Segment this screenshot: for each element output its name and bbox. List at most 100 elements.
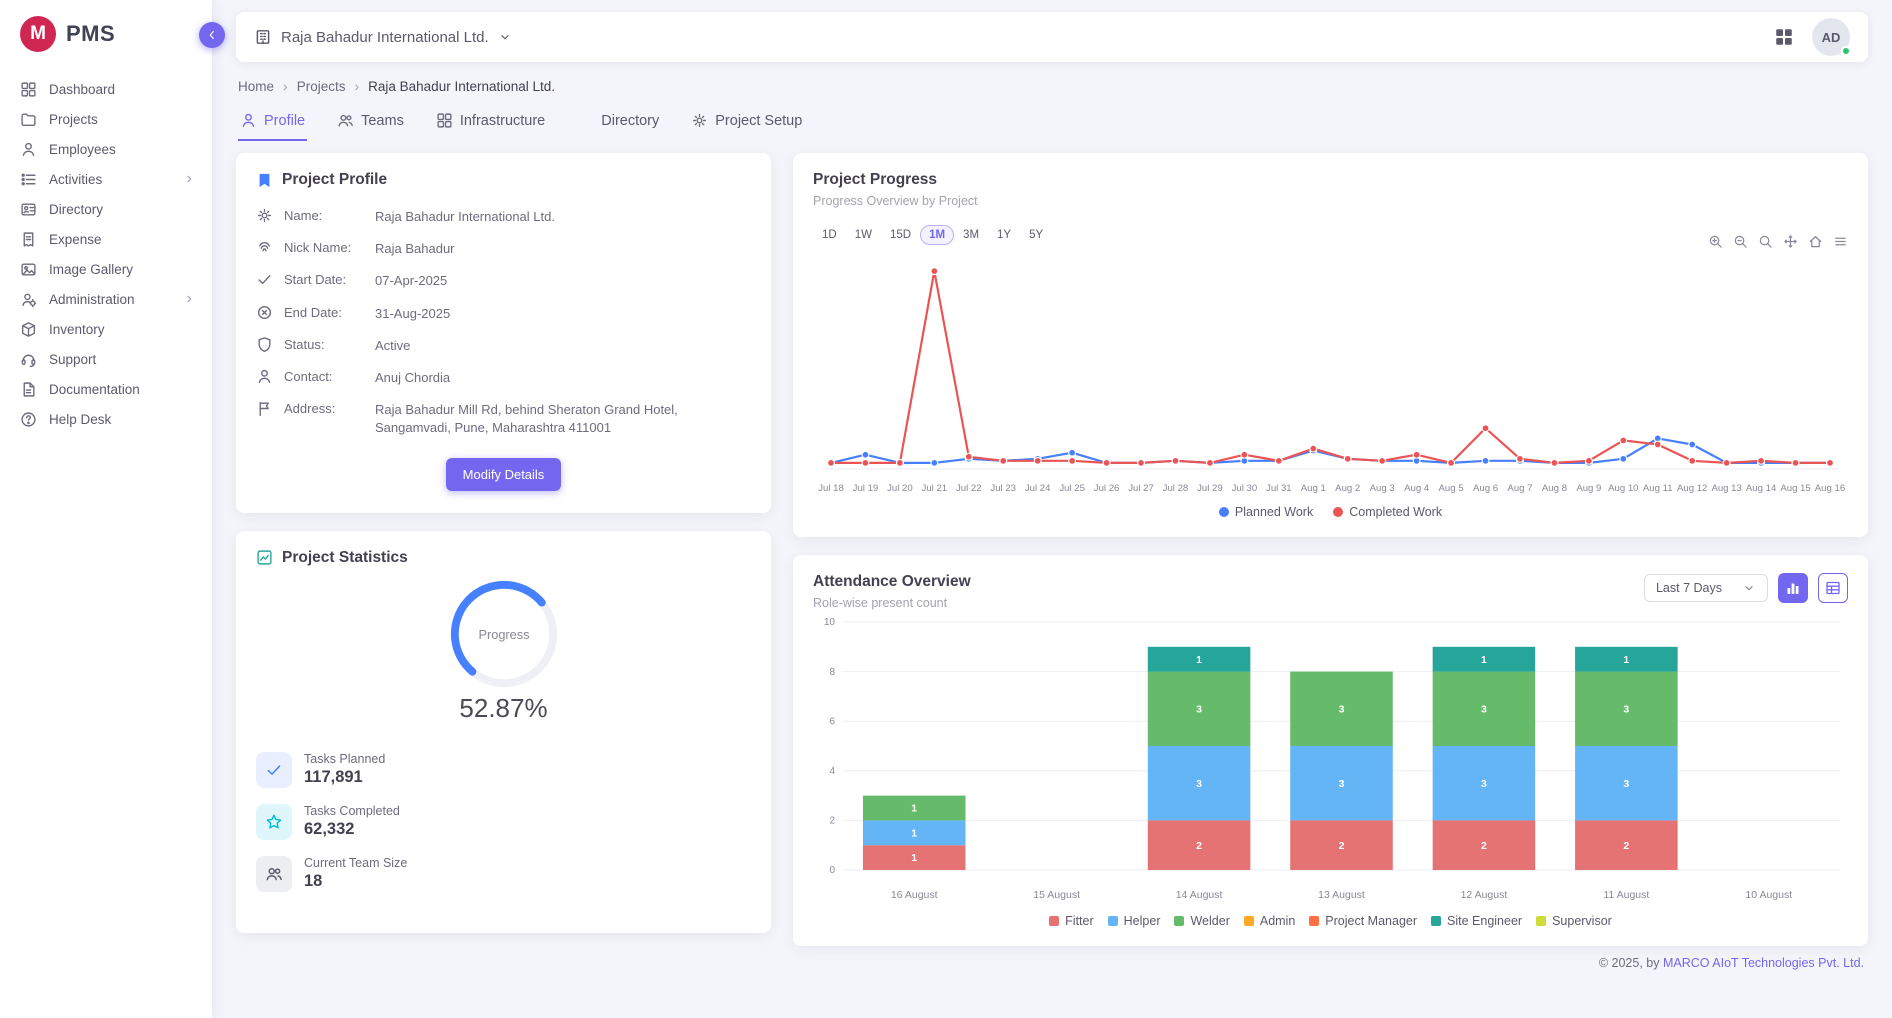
tab-label: Profile	[264, 113, 305, 129]
user-avatar[interactable]: AD	[1812, 18, 1850, 56]
sidebar-item-dashboard[interactable]: Dashboard	[0, 74, 212, 104]
sidebar-item-administration[interactable]: Administration ›	[0, 284, 212, 314]
svg-text:2: 2	[1623, 840, 1629, 852]
stat-value: 62,332	[304, 820, 400, 839]
breadcrumb-item-current[interactable]: Raja Bahadur International Ltd.	[368, 79, 555, 94]
range-button-1m[interactable]: 1M	[920, 225, 954, 245]
svg-text:Jul 25: Jul 25	[1059, 483, 1085, 494]
svg-text:4: 4	[829, 766, 835, 777]
field-icon	[256, 207, 273, 224]
sidebar-item-support[interactable]: Support	[0, 344, 212, 374]
svg-text:10: 10	[824, 617, 836, 628]
legend-item-welder[interactable]: Welder	[1174, 914, 1229, 928]
modify-details-button[interactable]: Modify Details	[446, 458, 562, 491]
range-button-1d[interactable]: 1D	[813, 225, 846, 245]
legend-swatch	[1108, 916, 1118, 926]
attendance-bar-chart[interactable]: 024681011116 August15 August233114 Augus…	[813, 612, 1848, 910]
range-button-3m[interactable]: 3M	[954, 225, 988, 245]
sidebar-item-inventory[interactable]: Inventory	[0, 314, 212, 344]
range-button-1y[interactable]: 1Y	[988, 225, 1020, 245]
svg-text:16 August: 16 August	[891, 889, 938, 901]
tab-infrastructure[interactable]: Infrastructure	[434, 106, 547, 141]
progress-gauge: Progress	[445, 575, 563, 693]
breadcrumb-item-home[interactable]: Home ›	[238, 78, 288, 94]
chart-tool-icon-zoom-in[interactable]	[1708, 234, 1723, 249]
svg-text:Jul 19: Jul 19	[853, 483, 879, 494]
range-button-1w[interactable]: 1W	[846, 225, 881, 245]
svg-text:11 August: 11 August	[1603, 889, 1649, 901]
svg-text:Jul 30: Jul 30	[1232, 483, 1258, 494]
sidebar-item-label: Inventory	[49, 322, 105, 337]
svg-text:Aug 2: Aug 2	[1335, 483, 1360, 494]
chart-tool-icon-selection-zoom[interactable]	[1758, 234, 1773, 249]
svg-text:Jul 26: Jul 26	[1094, 483, 1120, 494]
legend-item-planned-work[interactable]: Planned Work	[1219, 505, 1313, 519]
sidebar-item-employees[interactable]: Employees	[0, 134, 212, 164]
legend-label: Helper	[1124, 914, 1161, 928]
sidebar-collapse-button[interactable]	[199, 22, 225, 48]
chart-tool-icon-home[interactable]	[1808, 234, 1823, 249]
view-toggle-chart[interactable]	[1778, 573, 1808, 603]
legend-label: Planned Work	[1235, 505, 1313, 519]
breadcrumb-label: Raja Bahadur International Ltd.	[368, 79, 555, 94]
main-content: Raja Bahadur International Ltd. AD Home …	[212, 12, 1892, 970]
app-logo[interactable]: M PMS	[0, 0, 212, 66]
svg-text:1: 1	[911, 803, 917, 815]
legend-swatch	[1309, 916, 1319, 926]
svg-text:Jul 23: Jul 23	[990, 483, 1016, 494]
chevron-down-icon	[498, 30, 512, 44]
sidebar-item-projects[interactable]: Projects	[0, 104, 212, 134]
sidebar-item-directory[interactable]: Directory	[0, 194, 212, 224]
legend-item-fitter[interactable]: Fitter	[1049, 914, 1093, 928]
tab-teams[interactable]: Teams	[335, 106, 406, 141]
tab-directory[interactable]: Directory	[575, 106, 661, 141]
legend-item-completed-work[interactable]: Completed Work	[1333, 505, 1442, 519]
company-selector[interactable]: Raja Bahadur International Ltd.	[254, 28, 512, 46]
sidebar-item-icon	[20, 81, 37, 98]
chart-tool-icon-zoom-out[interactable]	[1733, 234, 1748, 249]
tab-project-setup[interactable]: Project Setup	[689, 106, 804, 141]
legend-item-project-manager[interactable]: Project Manager	[1309, 914, 1417, 928]
sidebar-item-expense[interactable]: Expense	[0, 224, 212, 254]
footer-brand-link[interactable]: MARCO AIoT Technologies Pvt. Ltd.	[1663, 956, 1864, 970]
svg-text:10 August: 10 August	[1745, 889, 1792, 901]
tab-bar: Profile Teams Infrastructure Directory P…	[238, 106, 1868, 141]
svg-text:2: 2	[829, 816, 835, 827]
chart-tool-icon-pan[interactable]	[1783, 234, 1798, 249]
svg-text:3: 3	[1623, 778, 1629, 790]
days-filter-select[interactable]: Last 7 Days	[1644, 574, 1768, 602]
chevron-right-icon: ›	[187, 291, 192, 307]
gauge-label: Progress	[478, 626, 529, 641]
breadcrumb-separator-icon: ›	[283, 78, 288, 94]
progress-percent-value: 52.87%	[459, 693, 547, 724]
svg-text:Jul 22: Jul 22	[956, 483, 982, 494]
sidebar: M PMS Dashboard Projects Employees	[0, 0, 212, 1018]
sidebar-item-documentation[interactable]: Documentation	[0, 374, 212, 404]
breadcrumb-item-projects[interactable]: Projects ›	[297, 78, 359, 94]
tab-profile[interactable]: Profile	[238, 106, 307, 141]
svg-text:1: 1	[1196, 654, 1202, 666]
breadcrumb: Home › Projects › Raja Bahadur Internati…	[238, 78, 1868, 94]
chart-tool-icon-menu[interactable]	[1833, 234, 1848, 249]
field-icon	[256, 336, 273, 353]
stat-current-team-size: Current Team Size 18	[256, 856, 751, 892]
range-button-5y[interactable]: 5Y	[1020, 225, 1052, 245]
legend-item-supervisor[interactable]: Supervisor	[1536, 914, 1612, 928]
svg-text:2: 2	[1196, 840, 1202, 852]
legend-item-admin[interactable]: Admin	[1244, 914, 1295, 928]
sidebar-item-help-desk[interactable]: Help Desk	[0, 404, 212, 434]
legend-item-site-engineer[interactable]: Site Engineer	[1431, 914, 1522, 928]
apps-grid-icon[interactable]	[1774, 27, 1794, 47]
svg-text:12 August: 12 August	[1461, 889, 1508, 901]
field-icon	[256, 271, 273, 288]
attendance-overview-card: Attendance Overview Role-wise present co…	[793, 555, 1868, 946]
legend-swatch	[1174, 916, 1184, 926]
svg-text:3: 3	[1196, 778, 1202, 790]
range-button-15d[interactable]: 15D	[881, 225, 920, 245]
progress-line-chart[interactable]: Jul 18Jul 19Jul 20Jul 21Jul 22Jul 23Jul …	[813, 251, 1848, 501]
sidebar-item-image-gallery[interactable]: Image Gallery	[0, 254, 212, 284]
legend-item-helper[interactable]: Helper	[1108, 914, 1161, 928]
stats-card-title: Project Statistics	[282, 549, 408, 567]
view-toggle-table[interactable]	[1818, 573, 1848, 603]
sidebar-item-activities[interactable]: Activities ›	[0, 164, 212, 194]
